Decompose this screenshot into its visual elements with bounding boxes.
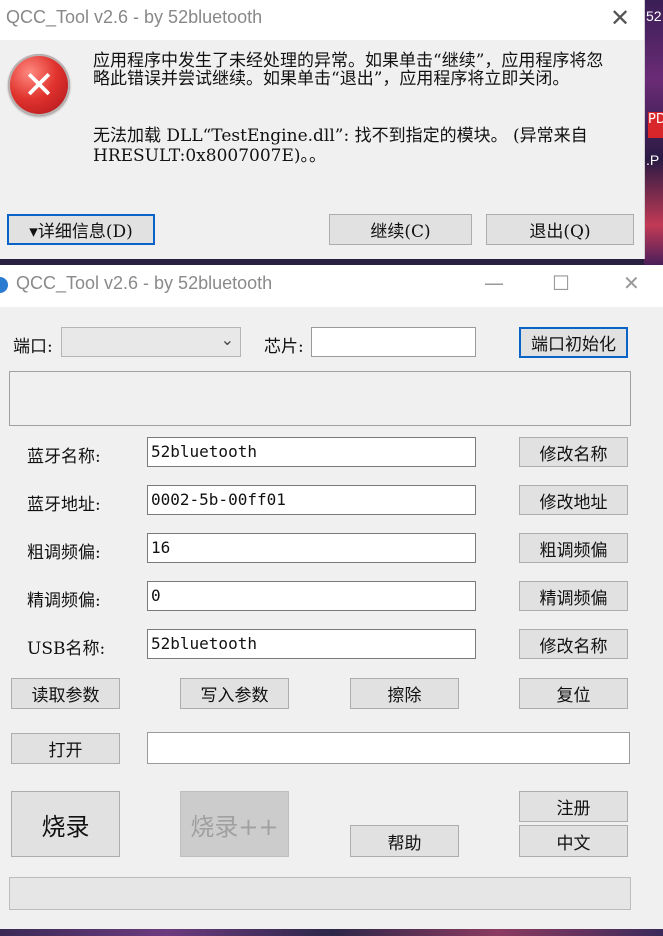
chip-label: 芯片: — [264, 337, 304, 357]
usb-name-label: USB名称: — [27, 639, 106, 659]
status-panel — [9, 371, 631, 426]
maximize-icon[interactable]: ☐ — [552, 271, 570, 295]
error-detail-message: 无法加载 DLL“TestEngine.dll”: 找不到指定的模块。 (异常来… — [93, 126, 588, 166]
port-select[interactable]: ⌄ — [61, 327, 241, 357]
port-label: 端口: — [13, 337, 53, 357]
close-icon[interactable]: ✕ — [623, 271, 640, 295]
usb-name-field[interactable]: 52bluetooth — [147, 629, 476, 659]
modify-address-button[interactable]: 修改地址 — [519, 485, 628, 515]
desktop-background: 52 PD .P — [644, 0, 663, 265]
minimize-icon[interactable]: — — [484, 271, 504, 295]
write-params-button[interactable]: 写入参数 — [180, 678, 289, 709]
error-icon: ✕ — [8, 54, 70, 116]
coarse-offset-button[interactable]: 粗调频偏 — [519, 533, 628, 563]
help-button[interactable]: 帮助 — [350, 825, 459, 857]
fine-offset-button[interactable]: 精调频偏 — [519, 581, 628, 611]
quit-button[interactable]: 退出(Q) — [486, 214, 634, 245]
init-port-button[interactable]: 端口初始化 — [519, 327, 628, 358]
bluetooth-name-field[interactable]: 52bluetooth — [147, 437, 476, 467]
fine-offset-field[interactable]: 0 — [147, 581, 476, 611]
chip-field[interactable] — [311, 327, 476, 357]
bluetooth-name-label: 蓝牙名称: — [27, 447, 101, 467]
register-button[interactable]: 注册 — [519, 791, 628, 822]
coarse-offset-label: 粗调频偏: — [27, 543, 101, 563]
erase-button[interactable]: 擦除 — [350, 678, 459, 709]
error-dialog-title: QCC_Tool v2.6 - by 52bluetooth — [6, 7, 263, 27]
fine-offset-label: 精调频偏: — [27, 591, 101, 611]
error-message: 应用程序中发生了未经处理的异常。如果单击“继续”，应用程序将忽略此错误并尝试继续… — [93, 51, 604, 89]
open-button[interactable]: 打开 — [11, 733, 120, 764]
progress-bar — [9, 877, 631, 910]
details-button[interactable]: ▾详细信息(D) — [7, 214, 155, 245]
main-window-titlebar[interactable]: QCC_Tool v2.6 - by 52bluetooth — ☐ ✕ — [0, 265, 663, 307]
reset-button[interactable]: 复位 — [519, 678, 628, 709]
bluetooth-address-field[interactable]: 0002-5b-00ff01 — [147, 485, 476, 515]
close-icon[interactable]: ✕ — [610, 4, 630, 32]
main-window: QCC_Tool v2.6 - by 52bluetooth — ☐ ✕ 端口:… — [0, 265, 663, 929]
modify-usb-name-button[interactable]: 修改名称 — [519, 629, 628, 659]
chinese-language-button[interactable]: 中文 — [519, 825, 628, 857]
error-dialog: QCC_Tool v2.6 - by 52bluetooth ✕ ✕ 应用程序中… — [0, 0, 645, 259]
app-icon — [0, 277, 8, 293]
chevron-down-icon: ⌄ — [220, 330, 234, 349]
burn-button[interactable]: 烧录 — [11, 791, 120, 857]
main-window-title: QCC_Tool v2.6 - by 52bluetooth — [16, 273, 273, 293]
modify-name-button[interactable]: 修改名称 — [519, 437, 628, 467]
coarse-offset-field[interactable]: 16 — [147, 533, 476, 563]
background-text: 52 — [646, 8, 662, 24]
file-path-field[interactable] — [147, 732, 630, 764]
continue-button[interactable]: 继续(C) — [329, 214, 472, 245]
background-text: .P — [646, 152, 660, 168]
burn-plus-button[interactable]: 烧录++ — [180, 791, 289, 857]
error-dialog-titlebar[interactable]: QCC_Tool v2.6 - by 52bluetooth ✕ — [0, 0, 644, 40]
bluetooth-address-label: 蓝牙地址: — [27, 495, 101, 515]
desktop-background-bottom — [0, 929, 663, 936]
background-text: PD — [648, 112, 663, 138]
read-params-button[interactable]: 读取参数 — [11, 678, 120, 709]
